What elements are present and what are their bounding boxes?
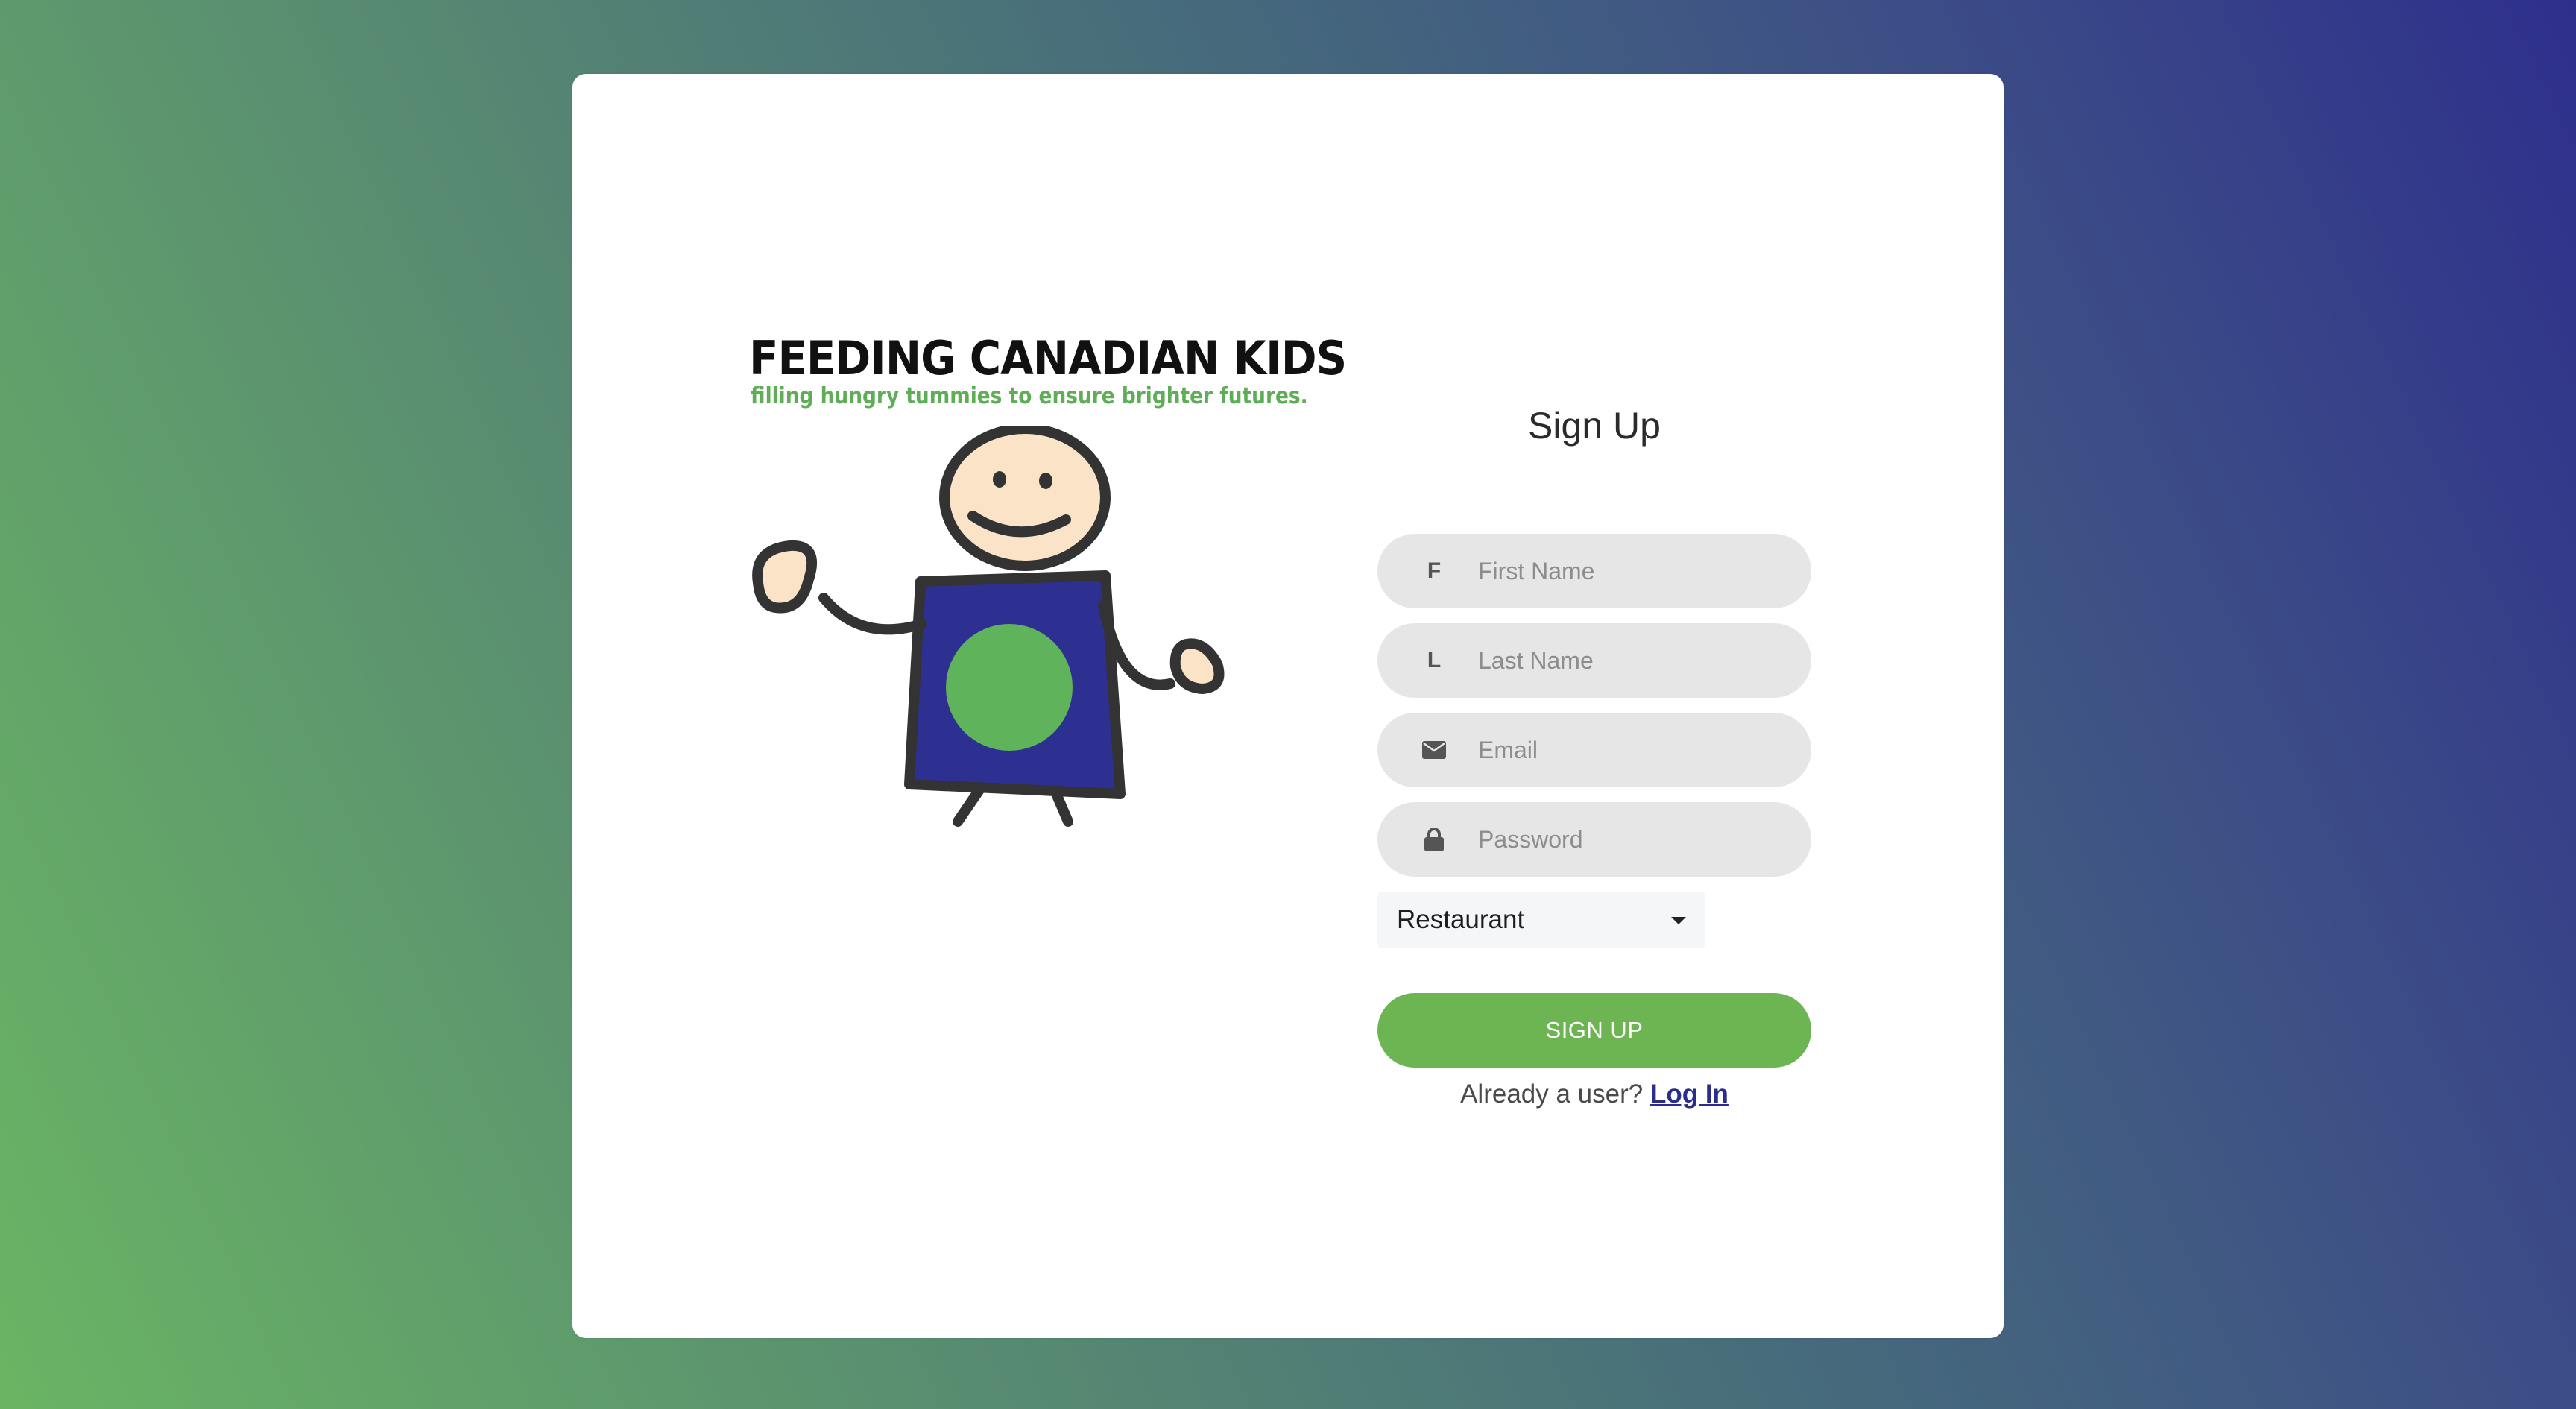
lock-icon (1419, 825, 1449, 854)
figure-right-hand (1169, 638, 1225, 695)
sign-up-button[interactable]: SIGN UP (1377, 993, 1811, 1068)
first-name-field[interactable]: F (1377, 534, 1811, 608)
form-title: Sign Up (1528, 405, 1661, 447)
log-in-link[interactable]: Log In (1650, 1079, 1729, 1109)
figure-head (939, 426, 1111, 571)
letter-f-icon: F (1427, 558, 1442, 583)
brand-logo: FEEDING CANADIAN KIDS filling hungry tum… (749, 330, 1347, 911)
figure-left-leg (953, 784, 985, 827)
last-name-field[interactable]: L (1377, 623, 1811, 698)
user-type-selected: Restaurant (1397, 905, 1525, 934)
figure-globe (946, 624, 1073, 751)
email-field[interactable] (1377, 713, 1811, 787)
brand-tagline: filling hungry tummies to ensure brighte… (751, 383, 1308, 409)
login-prompt-line: Already a user? Log In (1377, 1076, 1811, 1113)
envelope-icon (1419, 735, 1449, 765)
brand-name: FEEDING CANADIAN KIDS (749, 331, 1347, 385)
first-name-input[interactable] (1478, 534, 1791, 608)
figure-left-hand (752, 540, 817, 614)
chevron-down-icon (1671, 917, 1686, 924)
figure-right-eye (1039, 473, 1052, 489)
figure-left-eye (993, 471, 1006, 488)
email-input[interactable] (1478, 713, 1791, 787)
login-prompt-text: Already a user? (1460, 1079, 1644, 1109)
user-type-select[interactable]: Restaurant (1377, 892, 1705, 948)
stick-figure-illustration (752, 426, 1225, 827)
last-name-input[interactable] (1478, 623, 1791, 698)
password-input[interactable] (1478, 802, 1791, 877)
signup-form: Sign Up F L (1377, 74, 1811, 1338)
figure-left-arm (818, 593, 927, 635)
signup-card: FEEDING CANADIAN KIDS filling hungry tum… (572, 74, 2004, 1338)
letter-l-icon: L (1427, 648, 1442, 672)
password-field[interactable] (1377, 802, 1811, 877)
